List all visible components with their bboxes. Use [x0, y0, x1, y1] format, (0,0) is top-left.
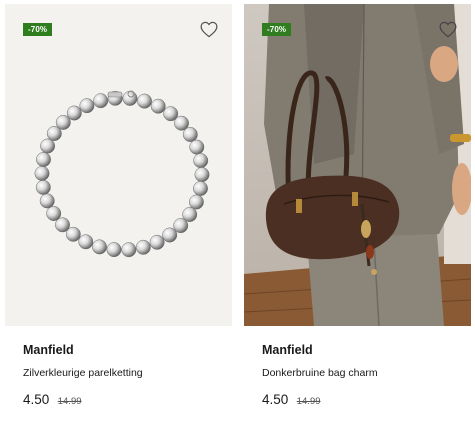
sale-price: 4.50 — [262, 392, 289, 407]
pearl-bead — [193, 181, 208, 196]
pearl-bead — [121, 242, 137, 258]
product-name[interactable]: Zilverkleurige parelketting — [23, 367, 143, 379]
product-image-bag-charm[interactable] — [244, 4, 471, 326]
pearl-bead — [79, 98, 95, 114]
pearl-bead — [78, 234, 94, 250]
model-photo-illustration — [244, 4, 471, 326]
heart-outline-icon[interactable] — [200, 21, 218, 38]
pearl-bead — [35, 179, 51, 195]
price-row: 4.50 14.99 — [262, 391, 321, 409]
price-row: 4.50 14.99 — [23, 391, 82, 409]
product-brand: Manfield — [262, 343, 313, 357]
pearl-bead — [137, 93, 152, 109]
pearl-bead — [182, 127, 198, 142]
pearl-bead — [36, 152, 51, 167]
product-image-necklace[interactable] — [5, 4, 232, 326]
pearl-bead — [149, 234, 165, 250]
pearl-bead — [135, 239, 151, 255]
heart-outline-icon[interactable] — [439, 21, 457, 38]
pearl-bead — [150, 98, 166, 114]
discount-badge: -70% — [23, 23, 53, 36]
product-brand: Manfield — [23, 343, 74, 357]
product-card[interactable]: -70% Manfield Donkerbruine bag charm 4.5… — [244, 0, 471, 423]
original-price: 14.99 — [57, 396, 82, 407]
pearl-bead — [122, 90, 138, 106]
product-card[interactable]: -70% Manfield Zilverkleurige parelkettin… — [5, 0, 232, 423]
pearl-bead — [93, 93, 109, 109]
pearl-bead — [188, 194, 204, 210]
pearl-bead — [106, 242, 122, 258]
pearl-bead — [92, 239, 107, 255]
original-price: 14.99 — [296, 396, 321, 407]
pearl-bead — [40, 138, 56, 154]
sale-price: 4.50 — [23, 392, 50, 407]
pearl-bead — [193, 153, 209, 169]
pearl-bead — [66, 105, 82, 121]
discount-badge: -70% — [262, 23, 292, 36]
necklace-illustration — [34, 90, 210, 258]
pearl-bead — [34, 165, 50, 181]
pearl-bead — [194, 167, 210, 183]
pearl-bead — [46, 206, 62, 221]
pearl-bead — [39, 193, 55, 209]
pearl-bead — [162, 227, 178, 243]
product-name[interactable]: Donkerbruine bag charm — [262, 367, 378, 379]
pearl-bead — [189, 139, 205, 155]
